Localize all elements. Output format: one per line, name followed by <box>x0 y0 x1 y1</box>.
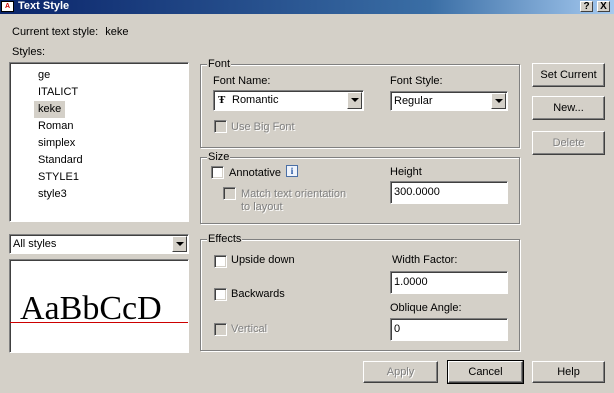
style-item-style1[interactable]: STYLE1 <box>34 169 83 186</box>
chevron-down-icon[interactable] <box>347 92 362 109</box>
effects-group-label: Effects <box>207 233 243 245</box>
current-style-row: Current text style: keke <box>12 26 129 38</box>
annotative-checkbox[interactable] <box>211 166 224 179</box>
delete-button[interactable]: Delete <box>532 131 605 155</box>
style-item-standard[interactable]: Standard <box>34 152 87 169</box>
title-bar[interactable]: A Text Style ? X <box>0 0 614 14</box>
new-button[interactable]: New... <box>532 96 605 120</box>
style-item-style3[interactable]: style3 <box>34 186 71 203</box>
font-style-label: Font Style: <box>390 75 443 87</box>
font-name-value: Romantic <box>232 94 279 106</box>
current-style-label: Current text style: <box>12 26 99 38</box>
help-button[interactable]: Help <box>532 361 605 383</box>
info-icon[interactable]: i <box>286 165 298 177</box>
style-item-italict[interactable]: ITALICT <box>34 84 82 101</box>
preview-box: AaBbCcD <box>9 259 189 353</box>
width-factor-value: 1.0000 <box>394 276 428 288</box>
app-icon: A <box>1 1 14 12</box>
height-input[interactable]: 300.0000 <box>390 181 508 204</box>
height-label: Height <box>390 166 422 178</box>
vertical-label: Vertical <box>231 323 268 335</box>
font-name-label: Font Name: <box>213 75 271 87</box>
backwards-checkbox[interactable] <box>214 288 227 301</box>
upside-down-checkbox[interactable] <box>214 255 227 268</box>
annotative-label: Annotative <box>229 167 281 179</box>
style-item-ge[interactable]: ge <box>34 67 54 84</box>
font-group-label: Font <box>207 58 232 70</box>
oblique-angle-label: Oblique Angle: <box>390 302 462 314</box>
cancel-button[interactable]: Cancel <box>447 360 524 384</box>
font-name-select[interactable]: Ŧ Romantic <box>213 90 364 111</box>
match-orientation-line2: to layout <box>241 201 283 213</box>
style-item-keke[interactable]: keke <box>34 101 66 118</box>
style-item-simplex[interactable]: simplex <box>34 135 79 152</box>
use-big-font-checkbox[interactable] <box>214 120 227 133</box>
styles-list[interactable]: ge ITALICT keke Roman simplex Standard S… <box>9 62 189 222</box>
width-factor-input[interactable]: 1.0000 <box>390 271 508 294</box>
set-current-button[interactable]: Set Current <box>532 63 605 87</box>
styles-filter-value: All styles <box>13 238 57 250</box>
chevron-down-icon[interactable] <box>491 93 506 109</box>
size-group-label: Size <box>207 151 231 163</box>
vertical-checkbox[interactable] <box>214 323 227 336</box>
oblique-angle-value: 0 <box>394 323 401 335</box>
styles-label: Styles: <box>12 46 46 58</box>
window-title: Text Style <box>18 0 70 12</box>
preview-text: AaBbCcD <box>20 290 162 327</box>
font-style-value: Regular <box>394 95 433 107</box>
upside-down-label: Upside down <box>231 254 295 266</box>
oblique-angle-input[interactable]: 0 <box>390 318 508 341</box>
match-orientation-label: Match text orientation to layout <box>241 188 346 214</box>
use-big-font-label: Use Big Font <box>231 121 295 133</box>
font-style-select[interactable]: Regular <box>390 91 508 111</box>
help-title-button[interactable]: ? <box>580 1 593 12</box>
match-orientation-checkbox[interactable] <box>223 187 236 200</box>
styles-filter-select[interactable]: All styles <box>9 234 189 254</box>
current-style-value: keke <box>105 26 129 38</box>
match-orientation-line1: Match text orientation <box>241 188 347 200</box>
width-factor-label: Width Factor: <box>392 254 458 266</box>
chevron-down-icon[interactable] <box>172 236 187 252</box>
apply-button[interactable]: Apply <box>363 361 438 383</box>
height-value: 300.0000 <box>394 186 440 198</box>
truetype-icon: Ŧ <box>218 94 226 106</box>
backwards-label: Backwards <box>231 288 285 300</box>
close-title-button[interactable]: X <box>597 1 610 12</box>
style-item-roman[interactable]: Roman <box>34 118 77 135</box>
